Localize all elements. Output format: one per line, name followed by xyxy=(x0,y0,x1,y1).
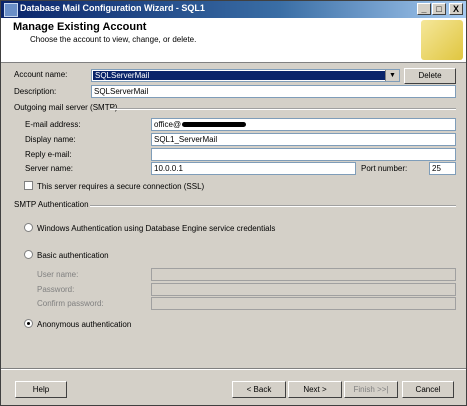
chevron-down-icon[interactable]: ▼ xyxy=(385,70,399,81)
password-field[interactable] xyxy=(151,283,456,296)
windows-auth-label: Windows Authentication using Database En… xyxy=(37,224,276,233)
anonymous-auth-label: Anonymous authentication xyxy=(37,320,132,329)
smtp-group-divider xyxy=(110,108,456,110)
help-button[interactable]: Help xyxy=(15,381,67,398)
server-name-label: Server name: xyxy=(25,164,74,173)
minimize-button[interactable]: _ xyxy=(417,3,431,15)
title-bar: Database Mail Configuration Wizard - SQL… xyxy=(1,1,466,18)
password-label: Password: xyxy=(37,285,75,294)
description-field[interactable]: SQLServerMail xyxy=(91,85,456,98)
account-name-combo[interactable]: SQLServerMail ▼ xyxy=(91,69,400,82)
next-button[interactable]: Next > xyxy=(288,381,342,398)
cancel-button[interactable]: Cancel xyxy=(402,381,454,398)
smtp-group-label: Outgoing mail server (SMTP) xyxy=(14,103,118,112)
page-title: Manage Existing Account xyxy=(13,21,147,33)
confirm-password-label: Confirm password: xyxy=(37,299,104,308)
port-number-label: Port number: xyxy=(361,164,408,173)
display-name-label: Display name: xyxy=(25,135,76,144)
auth-group-label: SMTP Authentication xyxy=(14,200,89,209)
anonymous-auth-radio[interactable] xyxy=(24,319,33,328)
window-title: Database Mail Configuration Wizard - SQL… xyxy=(20,3,205,13)
close-button[interactable]: X xyxy=(449,3,463,15)
ssl-checkbox[interactable] xyxy=(24,181,33,190)
account-name-value: SQLServerMail xyxy=(93,71,385,80)
wizard-header: Manage Existing Account Choose the accou… xyxy=(1,18,466,63)
confirm-password-field[interactable] xyxy=(151,297,456,310)
ssl-label: This server requires a secure connection… xyxy=(37,182,205,191)
description-label: Description: xyxy=(14,87,57,96)
email-label: E-mail address: xyxy=(25,120,81,129)
radio-selected-dot xyxy=(27,322,30,325)
user-name-field[interactable] xyxy=(151,268,456,281)
finish-button[interactable]: Finish >>| xyxy=(344,381,398,398)
server-name-field[interactable]: 10.0.0.1 xyxy=(151,162,356,175)
reply-email-label: Reply e-mail: xyxy=(25,150,72,159)
wizard-banner-icon xyxy=(421,20,463,60)
basic-auth-label: Basic authentication xyxy=(37,251,109,260)
account-name-label: Account name: xyxy=(14,70,68,79)
windows-auth-radio[interactable] xyxy=(24,223,33,232)
maximize-button[interactable]: □ xyxy=(432,3,446,15)
port-number-field[interactable]: 25 xyxy=(429,162,456,175)
redaction-mark xyxy=(182,122,246,127)
email-value: office@ xyxy=(154,120,182,129)
wizard-window: Database Mail Configuration Wizard - SQL… xyxy=(0,0,467,406)
delete-button[interactable]: Delete xyxy=(404,68,456,84)
back-button[interactable]: < Back xyxy=(232,381,286,398)
user-name-label: User name: xyxy=(37,270,79,279)
basic-auth-radio[interactable] xyxy=(24,250,33,259)
display-name-field[interactable]: SQL1_ServerMail xyxy=(151,133,456,146)
app-icon xyxy=(4,3,18,17)
reply-email-field[interactable] xyxy=(151,148,456,161)
auth-group-divider xyxy=(90,205,456,207)
footer-divider xyxy=(1,368,466,370)
page-subtitle: Choose the account to view, change, or d… xyxy=(30,35,197,44)
